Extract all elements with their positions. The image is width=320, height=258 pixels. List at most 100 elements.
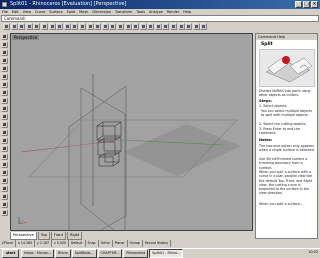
panel-intro: Divides NURBS into parts using other obj… [259, 89, 311, 98]
task-button[interactable]: Rhino [55, 249, 71, 258]
properties-icon[interactable] [162, 23, 170, 30]
fillet-icon[interactable] [1, 161, 8, 168]
plane-shadow [123, 124, 241, 176]
sphere-icon[interactable] [1, 145, 8, 152]
arc-icon[interactable] [1, 81, 8, 88]
title-bar: Split01 - Rhinoceros [Evaluation] [Persp… [0, 0, 320, 9]
status-z: z 0.000 [52, 240, 69, 247]
new-file-icon[interactable] [3, 23, 10, 30]
paste-icon[interactable] [48, 23, 56, 30]
show-icon[interactable] [139, 23, 147, 30]
box-icon[interactable] [1, 137, 8, 144]
status-planar[interactable]: Planar [113, 240, 128, 247]
step-2: 2. Select the cutting objects. [259, 122, 307, 126]
status-y: y 2.187 [35, 240, 53, 247]
select-icon[interactable] [1, 33, 8, 40]
steps-heading: Steps: [259, 99, 272, 103]
status-ortho[interactable]: Ortho [99, 240, 113, 247]
surface-icon[interactable] [1, 121, 8, 128]
step-1-detail: You can select multiple objects to split… [261, 109, 312, 118]
mesh-icon[interactable] [1, 153, 8, 160]
help-icon[interactable] [200, 23, 208, 30]
status-history[interactable]: Record History [143, 240, 172, 247]
vertical-plane-a [68, 85, 127, 230]
command-line[interactable]: Command: [1, 15, 319, 22]
axis-gizmo [18, 217, 28, 225]
task-button[interactable]: Inbox - Micros... [21, 249, 55, 258]
rectangle-icon[interactable] [1, 97, 8, 104]
move-icon[interactable] [1, 201, 8, 208]
rotate-view-icon[interactable] [78, 23, 86, 30]
status-x: x 14.265 [16, 240, 36, 247]
zoom-extents-icon[interactable] [101, 23, 109, 30]
wireframe-icon[interactable] [192, 23, 200, 30]
split-icon[interactable] [1, 177, 8, 184]
zoom-window-icon[interactable] [94, 23, 102, 30]
layer-icon[interactable] [154, 23, 162, 30]
task-button[interactable]: Rhinoceros [123, 249, 149, 258]
status-layer[interactable]: Default [69, 240, 86, 247]
note-4: When you split a surface... [259, 202, 304, 206]
circle-icon[interactable] [1, 73, 8, 80]
panel-header: Command Help [256, 34, 317, 40]
task-button[interactable]: SplitBalls... [71, 249, 97, 258]
main-toolbar [1, 33, 9, 218]
point-icon[interactable] [1, 41, 8, 48]
perspective-viewport[interactable]: Perspective [10, 33, 253, 231]
join-icon[interactable] [1, 185, 8, 192]
cut-icon[interactable] [33, 23, 41, 30]
task-button[interactable]: CHAPTER... [97, 249, 123, 258]
status-cplane: CPlane [0, 240, 16, 247]
minimize-button[interactable]: _ [295, 1, 302, 8]
tab-perspective[interactable]: Perspective [10, 232, 37, 240]
polygon-icon[interactable] [1, 105, 8, 112]
extrude-icon[interactable] [1, 129, 8, 136]
task-button-active[interactable]: Split01 - Rhino... [149, 249, 184, 258]
notes-heading: Notes: [259, 138, 273, 142]
shade-icon[interactable] [185, 23, 193, 30]
trim-icon[interactable] [1, 169, 8, 176]
explode-icon[interactable] [1, 193, 8, 200]
red-ball-icon [282, 56, 290, 64]
dimension-icon[interactable] [1, 209, 8, 216]
status-bar: CPlane x 14.265 y 2.187 z 0.000 Default Snap O… [0, 240, 320, 247]
cplane-icon[interactable] [124, 23, 132, 30]
maximize-button[interactable]: □ [303, 1, 310, 8]
line-icon[interactable] [1, 49, 8, 56]
app-icon [2, 2, 7, 7]
tab-top[interactable]: Top [37, 232, 50, 240]
pan-icon[interactable] [71, 23, 79, 30]
taskbar: start Inbox - Micros... Rhino SplitBalls...… [0, 248, 320, 258]
redo-icon[interactable] [63, 23, 71, 30]
note-2: Use ShrinkTrimmed surface a trimming bou… [259, 157, 308, 170]
command-help-panel[interactable]: Command Help Split Divides NURBS into pa… [255, 33, 318, 239]
options-icon[interactable] [170, 23, 178, 30]
tab-front[interactable]: Front [50, 232, 66, 240]
tab-right[interactable]: Right [67, 232, 83, 240]
hide-icon[interactable] [132, 23, 140, 30]
curve-icon[interactable] [1, 65, 8, 72]
text-icon[interactable] [1, 113, 8, 120]
standard-toolbar [1, 23, 319, 31]
status-osnap[interactable]: Osnap [128, 240, 143, 247]
step-3: 3. Press Enter to end the command. [259, 127, 300, 136]
start-button[interactable]: start [2, 249, 20, 258]
step-1: 1. Select objects. [259, 104, 288, 108]
render-icon[interactable] [177, 23, 185, 30]
scene-drawing [18, 74, 241, 230]
zoom-selected-icon[interactable] [109, 23, 117, 30]
status-snap[interactable]: Snap [86, 240, 99, 247]
four-view-icon[interactable] [116, 23, 124, 30]
print-icon[interactable] [25, 23, 33, 30]
lock-icon[interactable] [147, 23, 155, 30]
viewport-tabs: Perspective Top Front Right [10, 232, 253, 240]
zoom-icon[interactable] [86, 23, 94, 30]
polyline-icon[interactable] [1, 57, 8, 64]
open-file-icon[interactable] [10, 23, 18, 30]
ellipse-icon[interactable] [1, 89, 8, 96]
copy-icon[interactable] [40, 23, 48, 30]
save-icon[interactable] [18, 23, 26, 30]
undo-icon[interactable] [56, 23, 64, 30]
close-button[interactable]: × [311, 1, 318, 8]
window-title: Split01 - Rhinoceros [Evaluation] [Persp… [10, 1, 127, 7]
